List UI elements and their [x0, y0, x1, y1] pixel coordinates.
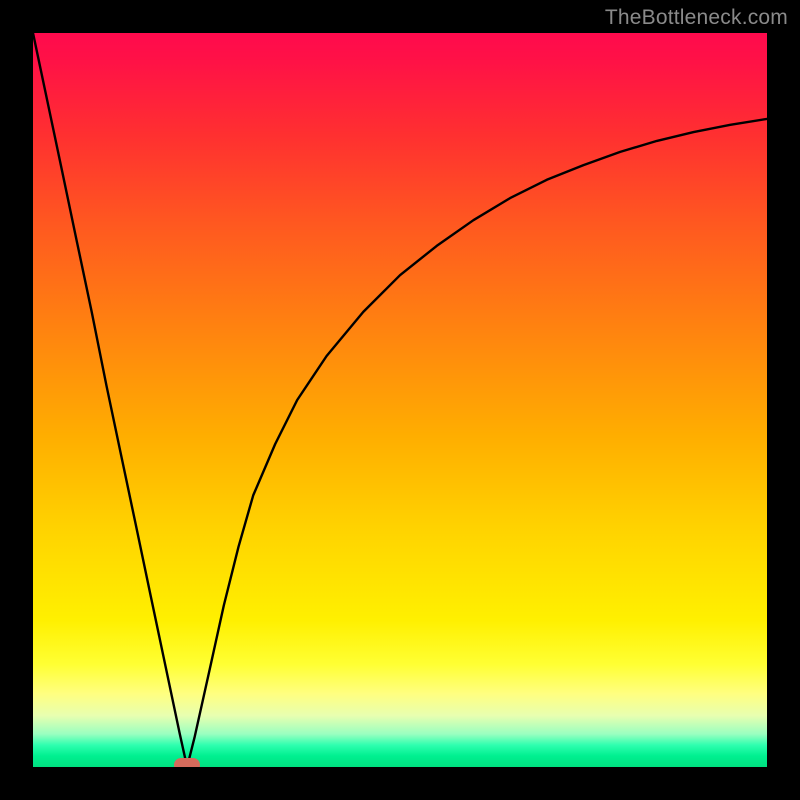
plot-area [33, 33, 767, 767]
chart-frame: TheBottleneck.com [0, 0, 800, 800]
bottleneck-curve [33, 33, 767, 767]
notch-marker [174, 758, 200, 767]
watermark-text: TheBottleneck.com [605, 6, 788, 30]
